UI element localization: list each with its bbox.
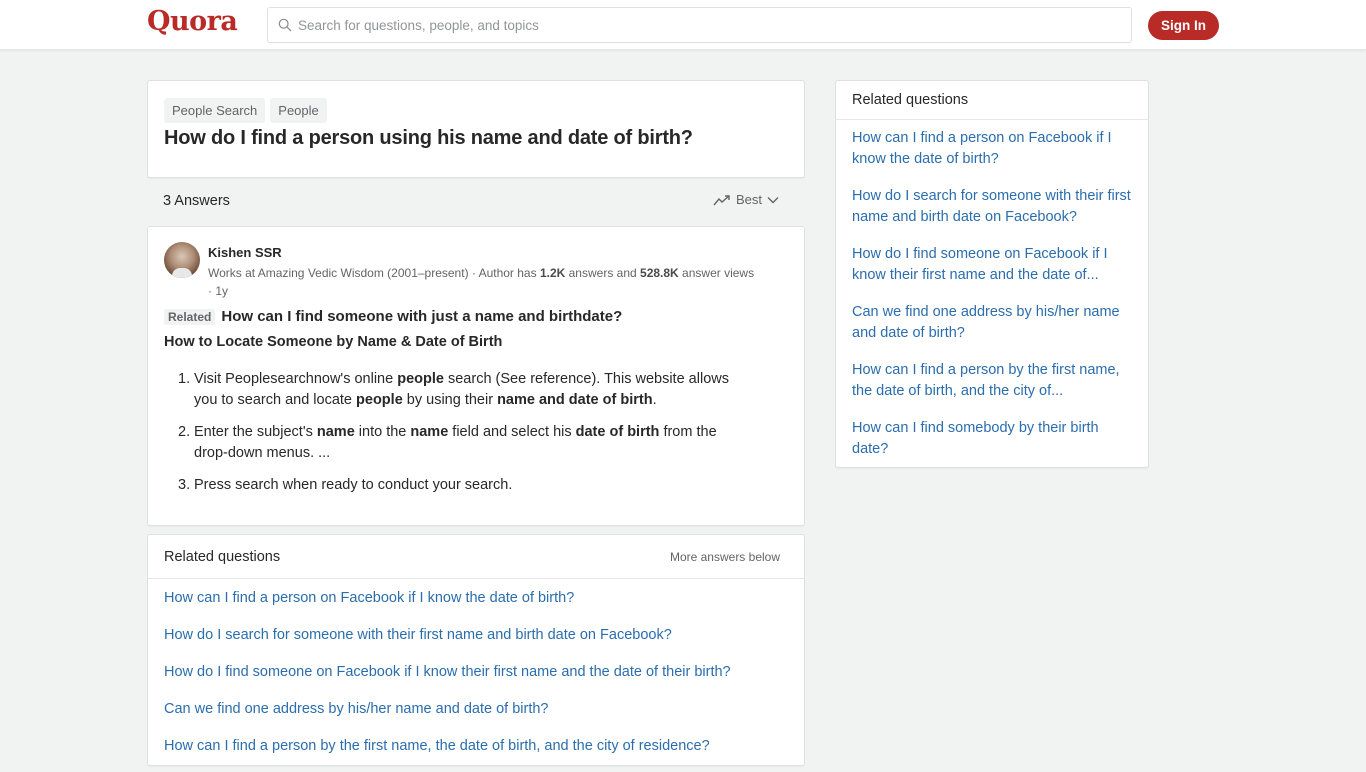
author-credential: Works at Amazing Vedic Wisdom (2001–pres… xyxy=(208,264,798,300)
related-questions-inline: Related questions More answers below How… xyxy=(147,534,805,766)
related-question-item[interactable]: How do I find someone on Facebook if I k… xyxy=(164,661,788,698)
related-questions-sidebar: Related questions How can I find a perso… xyxy=(835,80,1149,468)
related-question-item[interactable]: How do I search for someone with their f… xyxy=(164,624,788,661)
related-question-item[interactable]: Can we find one address by his/her name … xyxy=(164,698,788,735)
topic-tag[interactable]: People Search xyxy=(164,98,266,123)
answers-stat: 1.2K xyxy=(539,266,566,280)
sign-in-button[interactable]: Sign In xyxy=(1148,11,1219,40)
sort-dropdown[interactable]: Best xyxy=(713,192,779,207)
sidebar-question-item[interactable]: Can we find one address by his/her name … xyxy=(852,302,1132,344)
search-icon xyxy=(278,18,292,32)
related-question-item[interactable]: How can I find a person by the first nam… xyxy=(164,735,788,772)
sidebar-question-item[interactable]: How do I find someone on Facebook if I k… xyxy=(852,244,1132,286)
answer-card: Kishen SSR Works at Amazing Vedic Wisdom… xyxy=(147,226,805,526)
sidebar-question-item[interactable]: How can I find a person on Facebook if I… xyxy=(852,128,1132,170)
author-name[interactable]: Kishen SSR xyxy=(208,245,282,260)
credential-text: answers and xyxy=(565,266,641,280)
search-box[interactable] xyxy=(267,7,1132,43)
related-question-item[interactable]: How can I find a person on Facebook if I… xyxy=(164,587,788,624)
answers-bar: 3 Answers Best xyxy=(163,192,789,212)
topic-tags: People Search People xyxy=(164,98,327,123)
step-number: 2. xyxy=(178,424,191,440)
credential-text: Works at Amazing Vedic Wisdom (2001–pres… xyxy=(208,266,540,280)
answer-step: 2. Enter the subject's name into the name… xyxy=(178,422,748,464)
top-header: Quora Sign In xyxy=(0,0,1366,50)
related-header: Related questions More answers below xyxy=(148,535,804,579)
question-card: People Search People How do I find a per… xyxy=(147,80,805,178)
related-question-line: Related How can I find someone with just… xyxy=(164,308,622,325)
chevron-down-icon xyxy=(767,196,779,203)
related-title: Related questions xyxy=(164,549,281,565)
answers-count: 3 Answers xyxy=(163,193,230,209)
search-input[interactable] xyxy=(298,17,1098,33)
step-text: Visit Peoplesearchnow's online people se… xyxy=(194,371,729,408)
question-title: How do I find a person using his name an… xyxy=(164,127,693,149)
more-answers-below: More answers below xyxy=(669,550,780,564)
step-number: 1. xyxy=(178,371,191,387)
answer-step: 1. Visit Peoplesearchnow's online people … xyxy=(178,369,748,411)
author-avatar[interactable] xyxy=(164,242,200,278)
sidebar-question-item[interactable]: How do I search for someone with their f… xyxy=(852,186,1132,228)
sidebar-question-item[interactable]: How can I find somebody by their birth d… xyxy=(852,418,1132,460)
quora-logo[interactable]: Quora xyxy=(147,6,238,37)
trending-icon xyxy=(713,194,730,205)
views-stat: 528.8K xyxy=(640,266,679,280)
step-text: Press search when ready to conduct your … xyxy=(194,477,513,493)
topic-tag[interactable]: People xyxy=(270,98,327,123)
related-list: How can I find a person on Facebook if I… xyxy=(148,579,804,772)
step-number: 3. xyxy=(178,477,191,493)
sidebar-question-item[interactable]: How can I find a person by the first nam… xyxy=(852,360,1132,402)
answer-time[interactable]: · 1y xyxy=(208,284,228,298)
sort-label: Best xyxy=(735,192,762,207)
answer-step: 3. Press search when ready to conduct you… xyxy=(178,475,748,496)
related-badge: Related xyxy=(164,308,216,325)
answer-steps: 1. Visit Peoplesearchnow's online people … xyxy=(178,369,748,507)
related-question-link[interactable]: How can I find someone with just a name … xyxy=(221,308,622,325)
sidebar-list: How can I find a person on Facebook if I… xyxy=(836,120,1148,460)
answer-heading: How to Locate Someone by Name & Date of … xyxy=(164,334,503,350)
credential-text: answer views xyxy=(678,266,755,280)
sidebar-title: Related questions xyxy=(852,92,969,108)
step-text: Enter the subject's name into the name f… xyxy=(194,424,717,461)
sidebar-header: Related questions xyxy=(836,81,1148,120)
